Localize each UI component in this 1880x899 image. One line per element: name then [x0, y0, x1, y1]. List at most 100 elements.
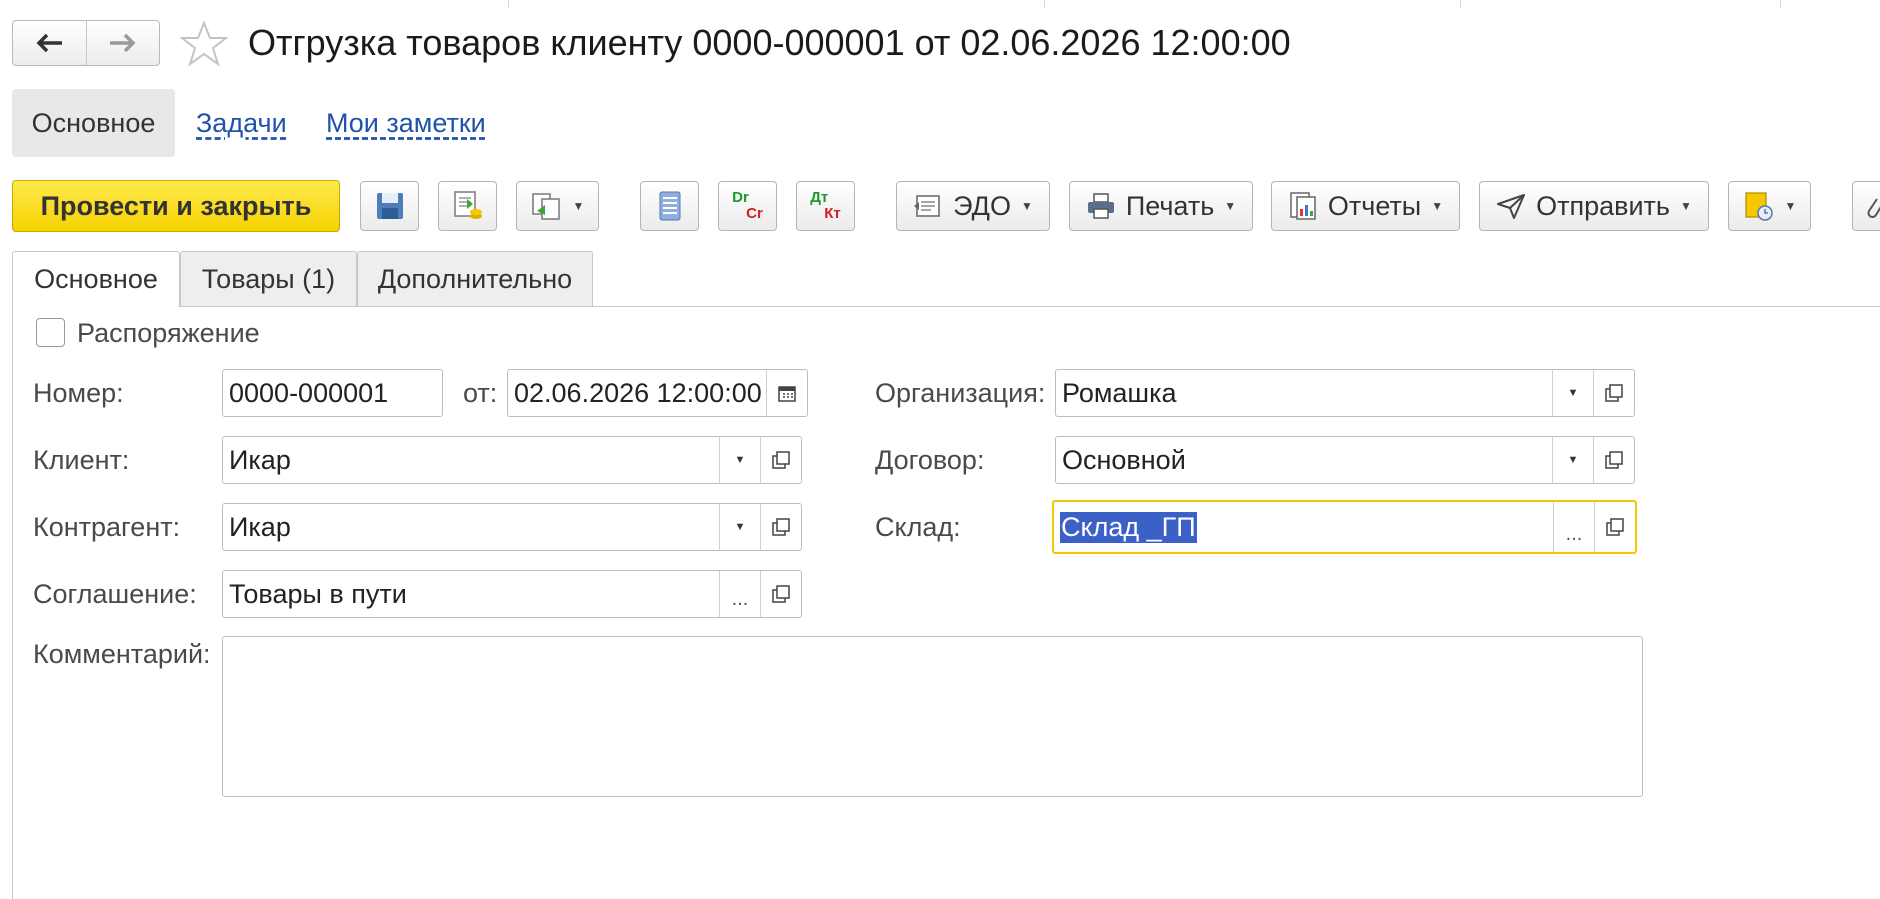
date-label: от: [463, 378, 498, 408]
warehouse-value: Склад _ГП [1060, 511, 1197, 543]
calendar-button[interactable] [766, 370, 807, 416]
client-field[interactable]: Икар ▼ [222, 436, 802, 484]
calendar-icon [778, 386, 796, 402]
warehouse-open-button[interactable] [1594, 502, 1635, 552]
comment-value [223, 637, 1642, 796]
number-field[interactable]: 0000-000001 [222, 369, 443, 417]
chevron-down-icon: ▼ [1680, 199, 1692, 213]
dt-kt-icon: Дт Кт [810, 190, 841, 222]
dt-kt-button[interactable]: Дт Кт [796, 181, 855, 231]
send-button[interactable]: Отправить ▼ [1479, 181, 1709, 231]
contract-field[interactable]: Основной ▼ [1055, 436, 1635, 484]
additional-actions-button[interactable]: ▼ [1728, 181, 1811, 231]
number-label: Номер: [33, 378, 124, 408]
create-based-on-icon [531, 193, 560, 220]
client-open-button[interactable] [760, 437, 801, 483]
section-notes-link[interactable]: Мои заметки [326, 89, 486, 157]
comment-textarea[interactable] [222, 636, 1643, 797]
contract-label: Договор: [875, 445, 985, 475]
back-button[interactable] [13, 21, 86, 65]
open-icon [1605, 384, 1623, 402]
counterparty-value: Икар [229, 511, 291, 542]
send-label: Отправить [1536, 190, 1670, 221]
counterparty-open-button[interactable] [760, 504, 801, 550]
open-icon [772, 585, 790, 603]
dr-cr-icon: Dr Cr [732, 190, 763, 222]
agreement-open-button[interactable] [760, 571, 801, 617]
chevron-down-icon: ▼ [1567, 387, 1579, 399]
warehouse-label: Склад: [875, 512, 961, 542]
edo-label: ЭДО [953, 190, 1011, 221]
number-value: 0000-000001 [229, 377, 389, 408]
chevron-down-icon: ▼ [1784, 199, 1797, 213]
section-tasks-link[interactable]: Задачи [196, 89, 287, 157]
reports-icon [1290, 192, 1316, 220]
divider [508, 0, 509, 8]
chevron-down-icon: ▼ [734, 521, 746, 533]
chevron-down-icon: ▼ [1020, 199, 1033, 213]
counterparty-label: Контрагент: [33, 512, 181, 542]
open-icon [1606, 518, 1624, 536]
page-title: Отгрузка товаров клиенту 0000-000001 от … [248, 22, 1291, 63]
open-icon [772, 451, 790, 469]
post-and-close-button[interactable]: Провести и закрыть [12, 180, 340, 232]
open-icon [1605, 451, 1623, 469]
organization-field[interactable]: Ромашка ▼ [1055, 369, 1635, 417]
dr-label: Dr [732, 189, 749, 206]
chevron-down-icon: ▼ [734, 454, 746, 466]
print-button[interactable]: Печать ▼ [1069, 181, 1253, 231]
tab-goods[interactable]: Товары (1) [180, 251, 357, 306]
favorite-star-button[interactable] [179, 20, 229, 68]
save-button[interactable] [360, 181, 419, 231]
date-field[interactable]: 02.06.2026 12:00:00 [507, 369, 808, 417]
reports-button[interactable]: Отчеты ▼ [1271, 181, 1460, 231]
agreement-field[interactable]: Товары в пути ... [222, 570, 802, 618]
agreement-label: Соглашение: [33, 579, 197, 609]
client-value: Икар [229, 444, 291, 475]
warehouse-field[interactable]: Склад _ГП ... [1052, 500, 1637, 554]
edo-button[interactable]: ЭДО ▼ [896, 181, 1050, 231]
comment-label: Комментарий: [33, 639, 211, 669]
chevron-down-icon: ▼ [572, 199, 585, 213]
save-icon [376, 193, 403, 219]
form-border [12, 306, 13, 899]
post-icon [453, 191, 482, 219]
divider [1044, 0, 1045, 8]
section-main[interactable]: Основное [12, 89, 175, 157]
forward-button[interactable] [85, 21, 160, 65]
reports-label: Отчеты [1327, 190, 1422, 221]
order-checkbox-label: Распоряжение [77, 318, 260, 348]
create-based-on-button[interactable]: ▼ [516, 181, 599, 231]
tab-main[interactable]: Основное [12, 251, 180, 307]
open-icon [772, 518, 790, 536]
post-button[interactable] [438, 181, 497, 231]
document-settings-icon [1744, 192, 1773, 221]
organization-value: Ромашка [1062, 377, 1177, 408]
counterparty-dropdown-button[interactable]: ▼ [719, 504, 760, 550]
kt-label: Кт [824, 205, 841, 222]
dr-cr-button[interactable]: Dr Cr [718, 181, 777, 231]
divider [1460, 0, 1461, 8]
contract-dropdown-button[interactable]: ▼ [1552, 437, 1593, 483]
dt-label: Дт [810, 189, 829, 206]
client-dropdown-button[interactable]: ▼ [719, 437, 760, 483]
cr-label: Cr [746, 205, 763, 222]
organization-open-button[interactable] [1593, 370, 1634, 416]
order-checkbox[interactable] [36, 318, 65, 347]
organization-dropdown-button[interactable]: ▼ [1552, 370, 1593, 416]
send-icon [1497, 194, 1526, 219]
star-icon [179, 20, 229, 67]
agreement-select-button[interactable]: ... [719, 571, 760, 617]
tab-additional[interactable]: Дополнительно [357, 251, 593, 306]
date-value: 02.06.2026 12:00:00 [514, 377, 762, 408]
navigation-buttons [12, 20, 160, 66]
edo-icon [914, 195, 940, 217]
divider [1780, 0, 1781, 8]
structure-button[interactable] [640, 181, 699, 231]
contract-open-button[interactable] [1593, 437, 1634, 483]
tab-divider [12, 306, 1880, 307]
attach-button[interactable] [1852, 181, 1880, 231]
warehouse-select-button[interactable]: ... [1553, 502, 1594, 552]
counterparty-field[interactable]: Икар ▼ [222, 503, 802, 551]
attach-icon [1867, 198, 1880, 218]
